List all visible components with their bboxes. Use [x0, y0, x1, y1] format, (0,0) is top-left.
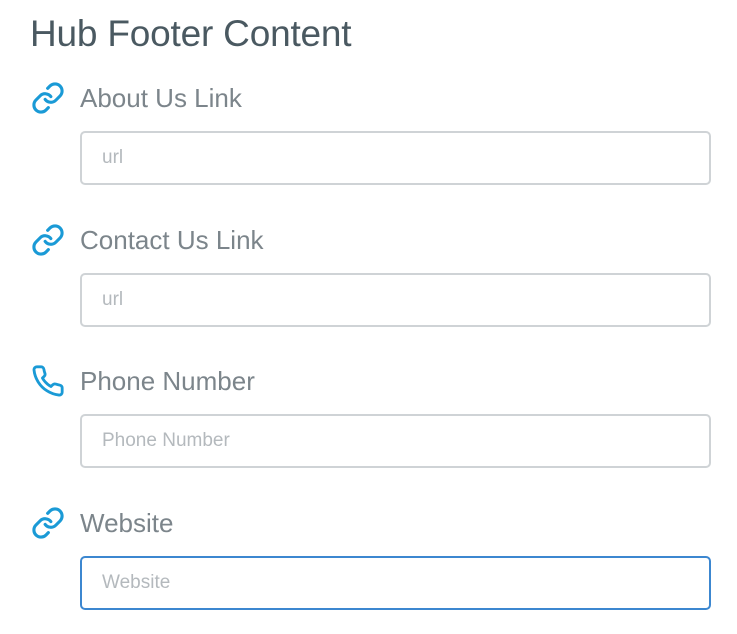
phone-number-label: Phone Number: [80, 366, 255, 396]
page-title: Hub Footer Content: [30, 13, 352, 54]
phone-number-input[interactable]: [80, 414, 711, 468]
phone-icon: [28, 361, 68, 401]
about-us-link-field: About Us Link: [28, 78, 713, 185]
website-input[interactable]: [80, 556, 711, 610]
contact-us-link-input[interactable]: [80, 273, 711, 327]
contact-us-link-field: Contact Us Link: [28, 220, 713, 327]
contact-us-link-label: Contact Us Link: [80, 225, 264, 255]
about-us-link-label: About Us Link: [80, 83, 242, 113]
link-icon: [28, 503, 68, 543]
field-label-row: About Us Link: [28, 78, 713, 118]
about-us-link-input[interactable]: [80, 131, 711, 185]
field-label-row: Phone Number: [28, 361, 713, 401]
field-label-row: Contact Us Link: [28, 220, 713, 260]
field-label-row: Website: [28, 503, 713, 543]
website-label: Website: [80, 508, 174, 538]
website-field: Website: [28, 503, 713, 610]
link-icon: [28, 78, 68, 118]
phone-number-field: Phone Number: [28, 361, 713, 468]
link-icon: [28, 220, 68, 260]
